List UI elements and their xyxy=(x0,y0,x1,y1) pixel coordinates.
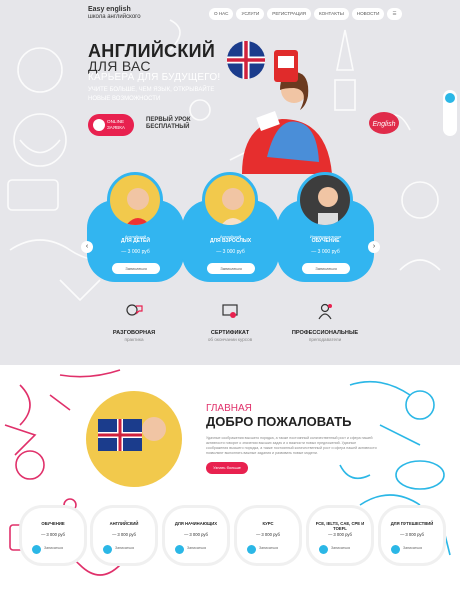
arrow-icon xyxy=(391,545,400,554)
course-card-individual[interactable]: Индивидуальное ОБУЧЕНИЕ — 3 000 руб Запис… xyxy=(277,172,374,282)
small-course-title: ОБУЧЕНИЕ xyxy=(41,521,65,526)
small-course-card[interactable]: КУРС — 3 000 руб Записаться xyxy=(237,508,299,563)
phone-icon xyxy=(445,93,455,103)
small-course-link[interactable]: Записаться xyxy=(331,546,350,550)
free-lesson: ПЕРВЫЙ УРОК БЕСПЛАТНЫЙ xyxy=(146,117,191,131)
course-enroll-button[interactable]: Записаться xyxy=(207,263,255,274)
course-label: Индивидуальное ОБУЧЕНИЕ xyxy=(277,234,374,244)
small-course-price: — 3 000 руб xyxy=(41,532,65,537)
course-price: — 3 000 руб xyxy=(216,249,245,255)
logo[interactable]: Easy english школа английского xyxy=(88,6,141,21)
small-course-link[interactable]: Записаться xyxy=(115,546,134,550)
small-course-title: АНГЛИЙСКИЙ xyxy=(109,521,139,526)
small-course-link[interactable]: Записаться xyxy=(259,546,278,550)
feature-title: СЕРТИФИКАТ xyxy=(210,330,250,336)
feature-certificate: СЕРТИФИКАТ об окончании курсов xyxy=(175,302,285,342)
course-name: ОБУЧЕНИЕ xyxy=(311,238,340,244)
course-price: — 3 000 руб xyxy=(311,249,340,255)
course-label: Английский ДЛЯ ДЕТЕЙ xyxy=(87,234,184,244)
course-name: ДЛЯ ВЗРОСЛЫХ xyxy=(209,238,252,244)
small-course-card[interactable]: ДЛЯ НАЧИНАЮЩИХ — 3 000 руб Записаться xyxy=(165,508,227,563)
course-price: — 3 000 руб xyxy=(121,249,150,255)
small-course-link[interactable]: Записаться xyxy=(44,546,63,550)
small-course-link[interactable]: Записаться xyxy=(403,546,422,550)
course-photo xyxy=(202,172,258,228)
small-course-price: — 3 000 руб xyxy=(184,532,208,537)
teacher-icon xyxy=(318,303,332,320)
arrow-icon xyxy=(103,545,112,554)
nav-item-about[interactable]: О нас xyxy=(209,8,234,20)
welcome-section: ГЛАВНАЯ ДОБРО ПОЖАЛОВАТЬ Удачные соображ… xyxy=(0,365,460,600)
speech-icon xyxy=(126,304,143,316)
side-widget[interactable] xyxy=(443,90,457,136)
small-course-price: — 3 000 руб xyxy=(328,532,352,537)
small-course-price: — 3 000 руб xyxy=(112,532,136,537)
course-name: ДЛЯ ДЕТЕЙ xyxy=(121,238,150,244)
online-request-button[interactable]: ONLINE ЗАЯВКА xyxy=(88,114,134,136)
feature-title: ПРОФЕССИОНАЛЬНЫЕ xyxy=(291,330,359,336)
top-nav: О нас Услуги Регистрация Контакты Новост… xyxy=(209,8,402,20)
phone-booth-icon xyxy=(274,50,298,82)
english-badge: English xyxy=(369,112,399,134)
hero-tagline: КАРЬЕРА ДЛЯ БУДУЩЕГО! xyxy=(88,72,221,83)
free-line1: ПЕРВЫЙ УРОК xyxy=(146,117,191,123)
welcome-photo xyxy=(86,391,182,487)
chat-icon xyxy=(93,119,105,131)
feature-title: РАЗГОВОРНАЯ xyxy=(112,330,156,336)
online-label: ONLINE xyxy=(107,119,125,124)
course-photo xyxy=(297,172,353,228)
feature-sub: практика xyxy=(124,337,144,342)
welcome-title: ДОБРО ПОЖАЛОВАТЬ xyxy=(206,414,352,429)
nav-item-services[interactable]: Услуги xyxy=(236,8,265,20)
svg-text:English: English xyxy=(373,121,396,128)
course-card-adults[interactable]: Английский ДЛЯ ВЗРОСЛЫХ — 3 000 руб Запис… xyxy=(182,172,279,282)
certificate-icon xyxy=(222,304,238,318)
nav-item-contacts[interactable]: Контакты xyxy=(314,8,349,20)
nav-item-registration[interactable]: Регистрация xyxy=(267,8,311,20)
logo-title: Easy english xyxy=(88,6,131,13)
feature-sub: об окончании курсов xyxy=(207,337,253,342)
arrow-icon xyxy=(175,545,184,554)
small-course-card[interactable]: АНГЛИЙСКИЙ — 3 000 руб Записаться xyxy=(93,508,155,563)
learn-more-button[interactable]: Узнать больше xyxy=(206,462,248,474)
feature-speaking: РАЗГОВОРНАЯ практика xyxy=(79,302,189,342)
small-course-title: ДЛЯ ПУТЕШЕСТВИЙ xyxy=(390,521,434,526)
course-label: Английский ДЛЯ ВЗРОСЛЫХ xyxy=(182,234,279,244)
logo-subtitle: школа английского xyxy=(88,14,141,20)
small-course-price: — 3 000 руб xyxy=(256,532,280,537)
arrow-icon xyxy=(319,545,328,554)
course-enroll-button[interactable]: Записаться xyxy=(112,263,160,274)
course-photo xyxy=(107,172,163,228)
small-course-card[interactable]: ОБУЧЕНИЕ — 3 000 руб Записаться xyxy=(22,508,84,563)
carousel-next-button[interactable]: › xyxy=(368,241,380,253)
welcome-kicker: ГЛАВНАЯ xyxy=(206,403,252,414)
doodle-background xyxy=(4,369,451,576)
small-course-card[interactable]: ДЛЯ ПУТЕШЕСТВИЙ — 3 000 руб Записаться xyxy=(381,508,443,563)
nav-item-news[interactable]: Новости xyxy=(351,8,385,20)
hero-lead: УЧИТЕ БОЛЬШЕ, ЧЕМ ЯЗЫК, ОТКРЫВАЙТЕ НОВЫЕ… xyxy=(88,87,215,102)
feature-teachers: ПРОФЕССИОНАЛЬНЫЕ преподаватели xyxy=(270,302,380,342)
free-line2: БЕСПЛАТНЫЙ xyxy=(146,124,190,130)
arrow-icon xyxy=(32,545,41,554)
arrow-icon xyxy=(247,545,256,554)
carousel-prev-button[interactable]: ‹ xyxy=(81,241,93,253)
menu-icon[interactable]: ☰ xyxy=(387,8,402,20)
small-course-card[interactable]: FCE, IELTS, CAE, CPE И TOEFL — 3 000 руб… xyxy=(309,508,371,563)
small-course-title: КУРС xyxy=(262,521,274,526)
feature-sub: преподаватели xyxy=(308,337,342,342)
small-course-title: ДЛЯ НАЧИНАЮЩИХ xyxy=(174,521,218,526)
course-enroll-button[interactable]: Записаться xyxy=(302,263,350,274)
small-course-price: — 3 000 руб xyxy=(400,532,424,537)
online-sub: ЗАЯВКА xyxy=(107,125,125,130)
small-course-title: FCE, IELTS, CAE, CPE И TOEFL xyxy=(315,521,365,531)
hero-section: Easy english школа английского О нас Услу… xyxy=(0,0,460,365)
small-course-link[interactable]: Записаться xyxy=(187,546,206,550)
welcome-text: Удачные соображения высшего порядка, а т… xyxy=(206,436,377,455)
course-card-kids[interactable]: Английский ДЛЯ ДЕТЕЙ — 3 000 руб Записать… xyxy=(87,172,184,282)
